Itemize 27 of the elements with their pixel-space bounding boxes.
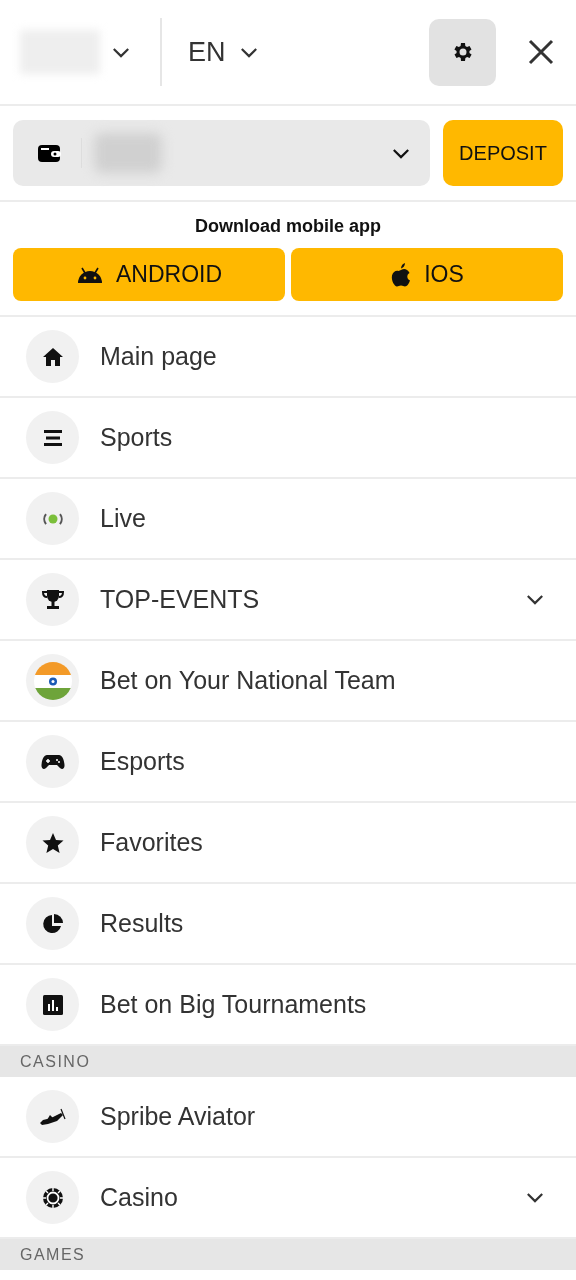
language-selector[interactable]: EN [188, 36, 258, 68]
bar-chart-icon [42, 994, 63, 1015]
settings-button[interactable] [429, 18, 496, 86]
section-header: CASINO [0, 1046, 576, 1077]
apple-icon [390, 261, 413, 288]
flag-icon [32, 660, 73, 701]
chevron-down-icon [392, 147, 410, 159]
wallet-icon [37, 143, 61, 163]
chevron-down-icon [112, 46, 130, 58]
deposit-button[interactable]: DEPOSIT [443, 120, 563, 186]
menu-icon [42, 428, 63, 447]
close-icon [527, 38, 555, 66]
live-icon [40, 511, 65, 526]
download-title: Download mobile app [194, 216, 382, 237]
gamepad-icon [40, 752, 65, 771]
home-icon [41, 346, 64, 367]
star-icon [41, 831, 64, 854]
close-button[interactable] [526, 37, 556, 67]
pie-chart-icon [41, 912, 64, 935]
airplane-icon [38, 1107, 67, 1126]
section-header: GAMES [0, 1239, 576, 1270]
android-button[interactable]: ANDROID [13, 248, 285, 301]
trophy-icon [41, 588, 64, 611]
casino-chip-icon [41, 1186, 64, 1209]
android-icon [75, 265, 104, 284]
ios-button[interactable]: IOS [291, 248, 563, 301]
chevron-down-icon [239, 46, 258, 58]
